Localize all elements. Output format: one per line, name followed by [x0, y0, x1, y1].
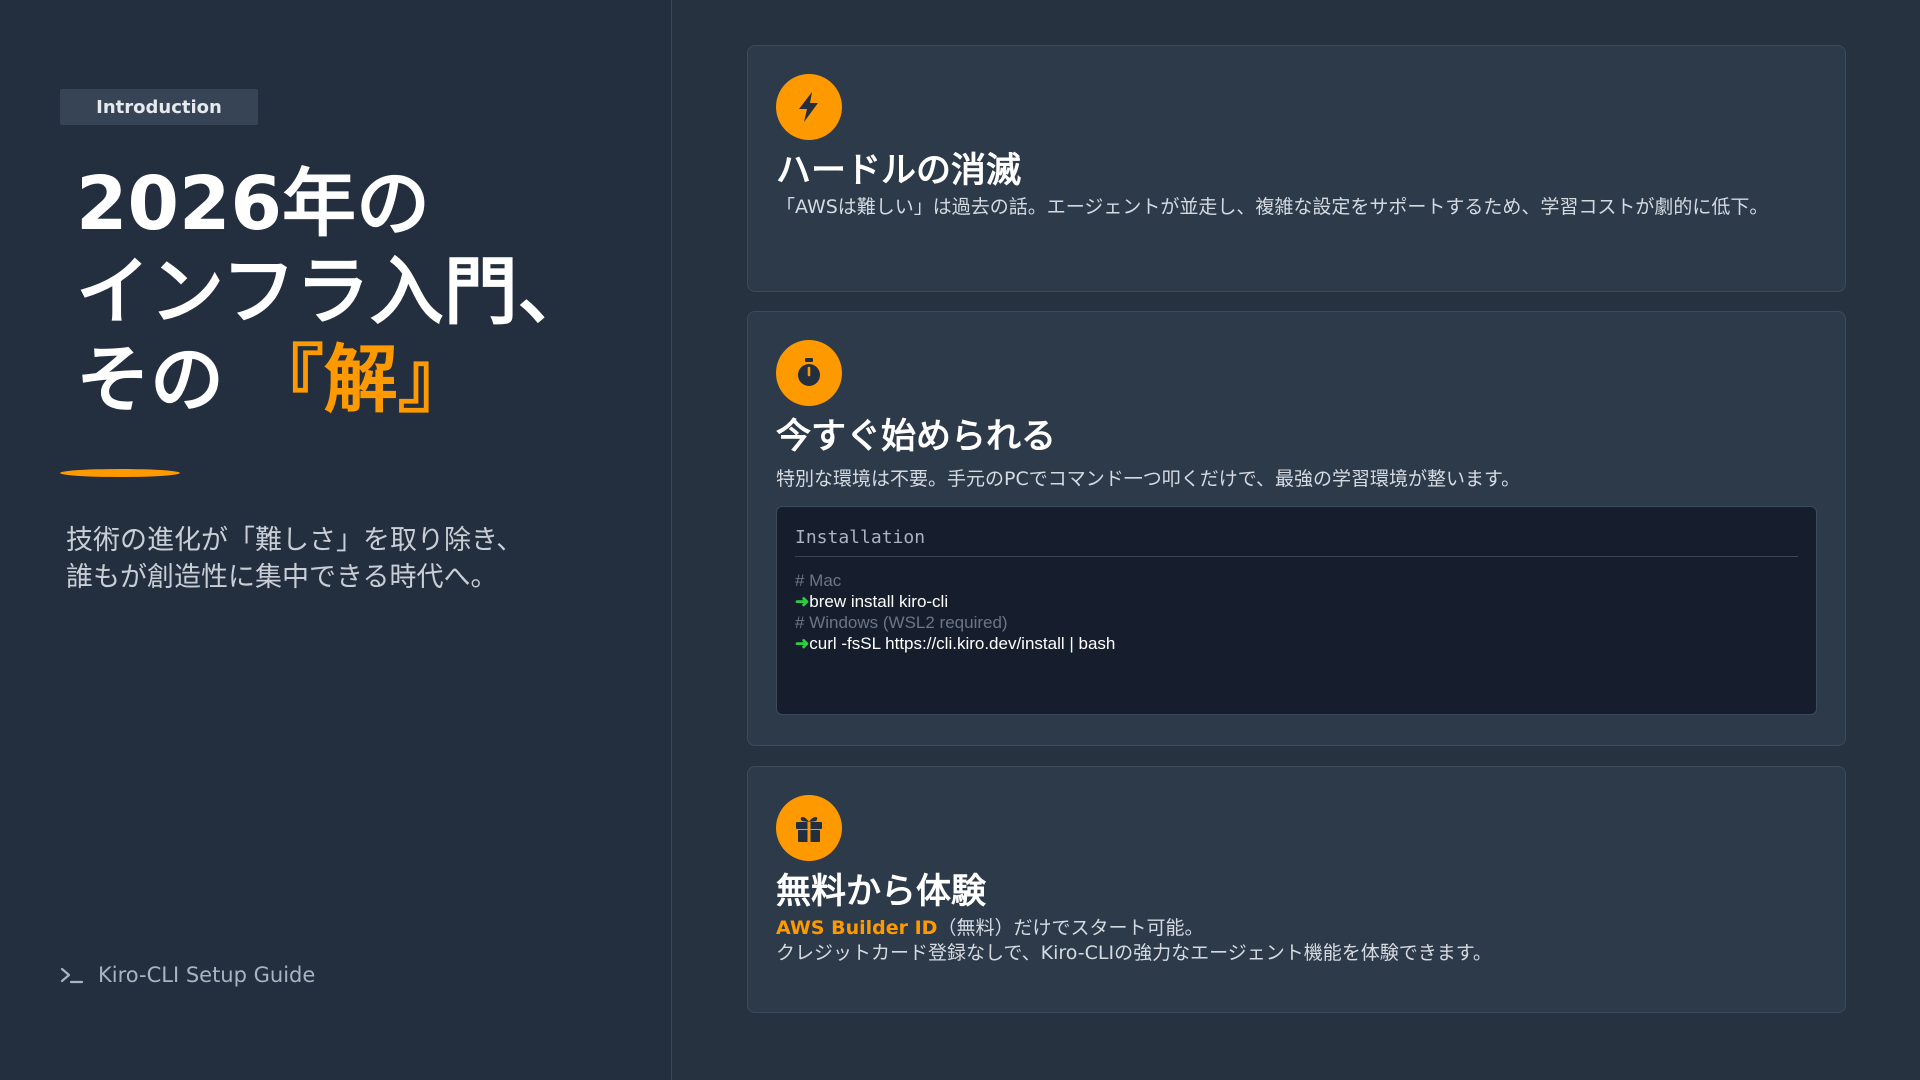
subtitle-line-1: 技術の進化が「難しさ」を取り除き、 [66, 525, 524, 556]
title-line-3-prefix: その [76, 337, 224, 423]
card-text-line-1: AWS Builder ID（無料）だけでスタート可能。 [776, 913, 1203, 940]
prompt-arrow-icon: ➜ [795, 592, 810, 611]
prompt-arrow-icon: ➜ [795, 634, 810, 653]
comment-windows: # Windows (WSL2 required) [795, 613, 1008, 632]
command-windows-text: curl -fsSL https://cli.kiro.dev/install … [809, 634, 1116, 653]
title-accent: 『解』 [249, 337, 472, 423]
stopwatch-icon [776, 340, 842, 406]
slide: Introduction 2026年の インフラ入門、 その 『解』 技術の進化… [0, 0, 1920, 1080]
command-mac-text: brew install kiro-cli [809, 592, 949, 611]
card-start-now: 今すぐ始められる 特別な環境は不要。手元のPCでコマンド一つ叩くだけで、最強の学… [747, 311, 1846, 746]
installation-terminal: Installation # Mac ➜brew install kiro-cl… [776, 506, 1817, 715]
subtitle-line-2: 誰もが創造性に集中できる時代へ。 [66, 562, 498, 593]
card-title: ハードルの消滅 [776, 151, 1022, 191]
card-free-trial: 無料から体験 AWS Builder ID（無料）だけでスタート可能。 クレジッ… [747, 766, 1846, 1013]
card-text: 「AWSは難しい」は過去の話。エージェントが並走し、複雑な設定をサポートするため… [776, 196, 1769, 218]
footer: Kiro-CLI Setup Guide [60, 960, 315, 990]
section-badge: Introduction [60, 89, 258, 125]
left-panel: Introduction 2026年の インフラ入門、 その 『解』 技術の進化… [0, 0, 672, 1080]
title-line-3: その 『解』 [76, 336, 656, 424]
lightning-icon [776, 74, 842, 140]
title-line-2: インフラ入門、 [76, 249, 592, 335]
title-line-1: 2026年の [76, 161, 430, 247]
command-windows: ➜curl -fsSL https://cli.kiro.dev/install… [795, 633, 1115, 654]
card-title: 無料から体験 [776, 872, 987, 912]
terminal-lines: # Mac ➜brew install kiro-cli # Windows (… [795, 570, 1115, 654]
slide-subtitle: 技術の進化が「難しさ」を取り除き、 誰もが創造性に集中できる時代へ。 [66, 522, 646, 596]
footer-label: Kiro-CLI Setup Guide [98, 963, 316, 987]
command-mac: ➜brew install kiro-cli [795, 591, 1115, 612]
terminal-header: Installation [795, 527, 1798, 557]
card-text-line-2: クレジットカード登録なしで、Kiro-CLIの強力なエージェント機能を体験できま… [776, 942, 1492, 964]
card-text-line-1-rest: （無料）だけでスタート可能。 [937, 917, 1204, 939]
gift-icon [776, 795, 842, 861]
accent-divider [60, 469, 180, 477]
builder-id-highlight: AWS Builder ID [776, 917, 938, 939]
comment-mac: # Mac [795, 571, 842, 590]
card-title: 今すぐ始められる [776, 417, 1057, 457]
slide-title: 2026年の インフラ入門、 その 『解』 [76, 160, 656, 424]
card-text: 特別な環境は不要。手元のPCでコマンド一つ叩くだけで、最強の学習環境が整います。 [776, 468, 1521, 490]
card-hurdle: ハードルの消滅 「AWSは難しい」は過去の話。エージェントが並走し、複雑な設定を… [747, 45, 1846, 292]
terminal-icon [60, 967, 84, 984]
